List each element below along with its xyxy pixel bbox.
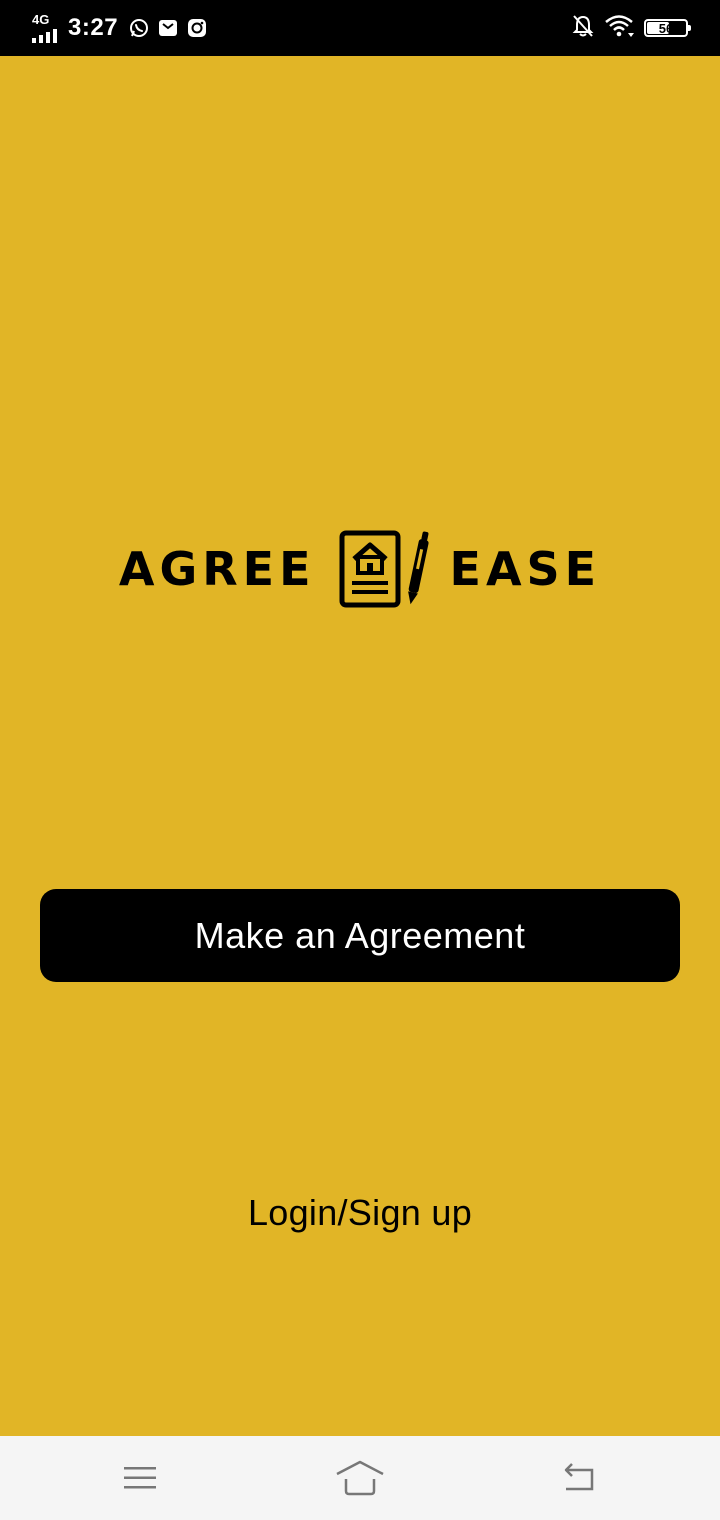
cellular-signal-icon: 4G [30, 13, 62, 43]
status-bar-left: 4G 3:27 [30, 0, 215, 56]
house-document-pen-icon [339, 530, 429, 608]
splash-screen: 4G 3:27 56 AGREE EASE Make an Agreement … [0, 0, 720, 1520]
make-agreement-button[interactable]: Make an Agreement [40, 889, 680, 982]
whatsapp-icon [128, 17, 150, 39]
notifications-off-icon [572, 14, 594, 43]
menu-icon[interactable] [115, 1458, 165, 1498]
battery-level: 56 [658, 20, 674, 36]
status-bar: 4G 3:27 56 [0, 0, 720, 56]
login-signup-link[interactable]: Login/Sign up [0, 1192, 720, 1234]
wifi-icon [604, 14, 634, 43]
home-icon[interactable] [335, 1458, 385, 1498]
network-type: 4G [32, 12, 50, 27]
back-icon[interactable] [553, 1458, 603, 1498]
instagram-icon [186, 17, 208, 39]
battery-indicator: 56 [644, 19, 691, 37]
app-logo: AGREE EASE [0, 528, 720, 610]
system-nav-bar [0, 1436, 720, 1520]
status-bar-right: 56 [572, 0, 691, 56]
logo-word-ease: EASE [449, 542, 602, 596]
logo-word-agree: AGREE [118, 542, 316, 596]
mail-bag-icon [157, 17, 179, 39]
clock: 3:27 [68, 14, 119, 41]
